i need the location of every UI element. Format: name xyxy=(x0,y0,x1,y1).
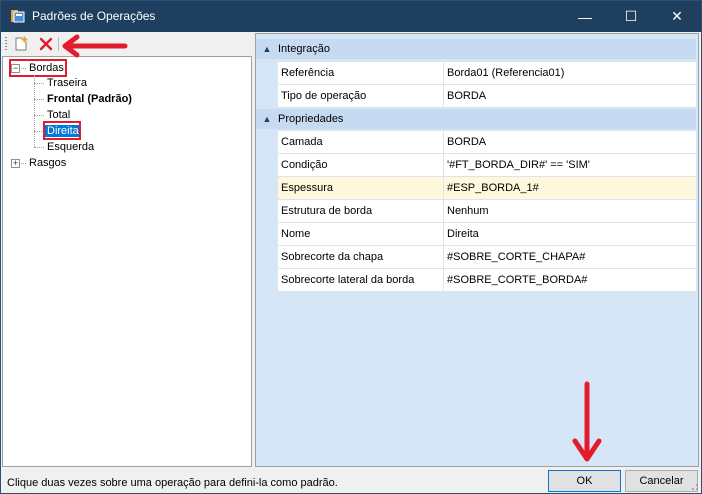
property-name: Estrutura de borda xyxy=(278,200,444,222)
tree-connector xyxy=(21,163,26,164)
property-value[interactable]: '#FT_BORDA_DIR#' == 'SIM' xyxy=(445,154,695,176)
category-label: Integração xyxy=(278,43,330,55)
cancel-button[interactable]: Cancelar xyxy=(625,470,698,492)
property-value[interactable]: BORDA xyxy=(445,131,695,153)
property-name: Camada xyxy=(278,131,444,153)
property-row-sobrecorte-chapa[interactable]: Sobrecorte da chapa #SOBRE_CORTE_CHAPA# xyxy=(278,246,696,269)
annotation-highlight-box xyxy=(43,121,81,140)
property-row-espessura[interactable]: Espessura #ESP_BORDA_1# xyxy=(278,177,696,200)
tree-node-traseira[interactable]: Traseira xyxy=(45,75,89,91)
tree-node-rasgos[interactable]: Rasgos xyxy=(27,155,68,171)
window-title: Padrões de Operações xyxy=(32,9,156,23)
maximize-icon: ☐ xyxy=(624,8,638,24)
property-name: Espessura xyxy=(278,177,444,199)
property-value[interactable]: Borda01 (Referencia01) xyxy=(445,62,695,84)
property-name: Sobrecorte da chapa xyxy=(278,246,444,268)
property-name: Nome xyxy=(278,223,444,245)
tree-node-frontal-default[interactable]: Frontal (Padrão) xyxy=(45,91,134,107)
property-row-estrutura-borda[interactable]: Estrutura de borda Nenhum xyxy=(278,200,696,223)
tree-connector xyxy=(34,147,44,148)
property-name: Referência xyxy=(278,62,444,84)
close-icon: ✕ xyxy=(671,8,683,24)
property-row-tipo-operacao[interactable]: Tipo de operação BORDA xyxy=(278,85,696,108)
property-row-sobrecorte-lateral[interactable]: Sobrecorte lateral da borda #SOBRE_CORTE… xyxy=(278,269,696,292)
property-row-condicao[interactable]: Condição '#FT_BORDA_DIR#' == 'SIM' xyxy=(278,154,696,177)
new-operation-button[interactable] xyxy=(11,35,31,53)
new-document-icon xyxy=(15,36,28,51)
tree-node-label: Esquerda xyxy=(47,141,95,153)
delete-x-icon xyxy=(39,37,53,51)
expand-collapse-icon[interactable]: + xyxy=(11,159,20,168)
minimize-icon: — xyxy=(578,8,592,25)
property-value[interactable]: #SOBRE_CORTE_BORDA# xyxy=(445,269,695,291)
property-name: Condição xyxy=(278,154,444,176)
maximize-button[interactable]: ☐ xyxy=(608,1,654,32)
operations-tree[interactable]: − Bordas Traseira Frontal (Padrão) Total… xyxy=(2,56,252,467)
tree-connector xyxy=(34,83,44,84)
app-icon xyxy=(11,10,25,23)
category-label: Propriedades xyxy=(278,113,344,125)
minimize-button[interactable]: — xyxy=(562,1,608,32)
tree-node-label: Frontal (Padrão) xyxy=(47,93,132,105)
annotation-arrow-left-icon xyxy=(62,34,128,58)
property-value[interactable]: #ESP_BORDA_1# xyxy=(445,177,695,199)
tree-node-esquerda[interactable]: Esquerda xyxy=(45,139,96,155)
property-value[interactable]: BORDA xyxy=(445,85,695,107)
tree-node-label: Traseira xyxy=(47,77,87,89)
toolbar-grip[interactable] xyxy=(5,37,7,51)
category-propriedades[interactable]: ▲ Propriedades xyxy=(256,109,696,129)
property-row-referencia[interactable]: Referência Borda01 (Referencia01) xyxy=(278,62,696,85)
resize-grip-icon[interactable] xyxy=(689,481,699,491)
title-bar[interactable]: Padrões de Operações — ☐ ✕ xyxy=(1,1,701,32)
category-integracao[interactable]: ▲ Integração xyxy=(256,39,696,59)
property-row-nome[interactable]: Nome Direita xyxy=(278,223,696,246)
collapse-chevron-icon[interactable]: ▲ xyxy=(256,44,278,54)
tree-connector xyxy=(34,75,35,147)
property-name: Tipo de operação xyxy=(278,85,444,107)
annotation-arrow-down-icon xyxy=(572,381,602,462)
dialog-window: Padrões de Operações — ☐ ✕ − Bordas Tras… xyxy=(0,0,702,494)
property-value[interactable]: #SOBRE_CORTE_CHAPA# xyxy=(445,246,695,268)
tree-node-label: Total xyxy=(47,109,71,121)
tree-node-label: Rasgos xyxy=(29,157,67,169)
property-name: Sobrecorte lateral da borda xyxy=(278,269,444,291)
property-value[interactable]: Nenhum xyxy=(445,200,695,222)
tree-connector xyxy=(34,99,44,100)
property-grid[interactable]: ▲ Integração Referência Borda01 (Referen… xyxy=(255,33,699,467)
tree-connector xyxy=(34,115,44,116)
collapse-chevron-icon[interactable]: ▲ xyxy=(256,114,278,124)
ok-button[interactable]: OK xyxy=(548,470,621,492)
close-button[interactable]: ✕ xyxy=(654,1,700,32)
delete-operation-button[interactable] xyxy=(36,35,56,53)
property-row-camada[interactable]: Camada BORDA xyxy=(278,131,696,154)
status-hint-text: Clique duas vezes sobre uma operação par… xyxy=(7,477,338,489)
property-value[interactable]: Direita xyxy=(445,223,695,245)
